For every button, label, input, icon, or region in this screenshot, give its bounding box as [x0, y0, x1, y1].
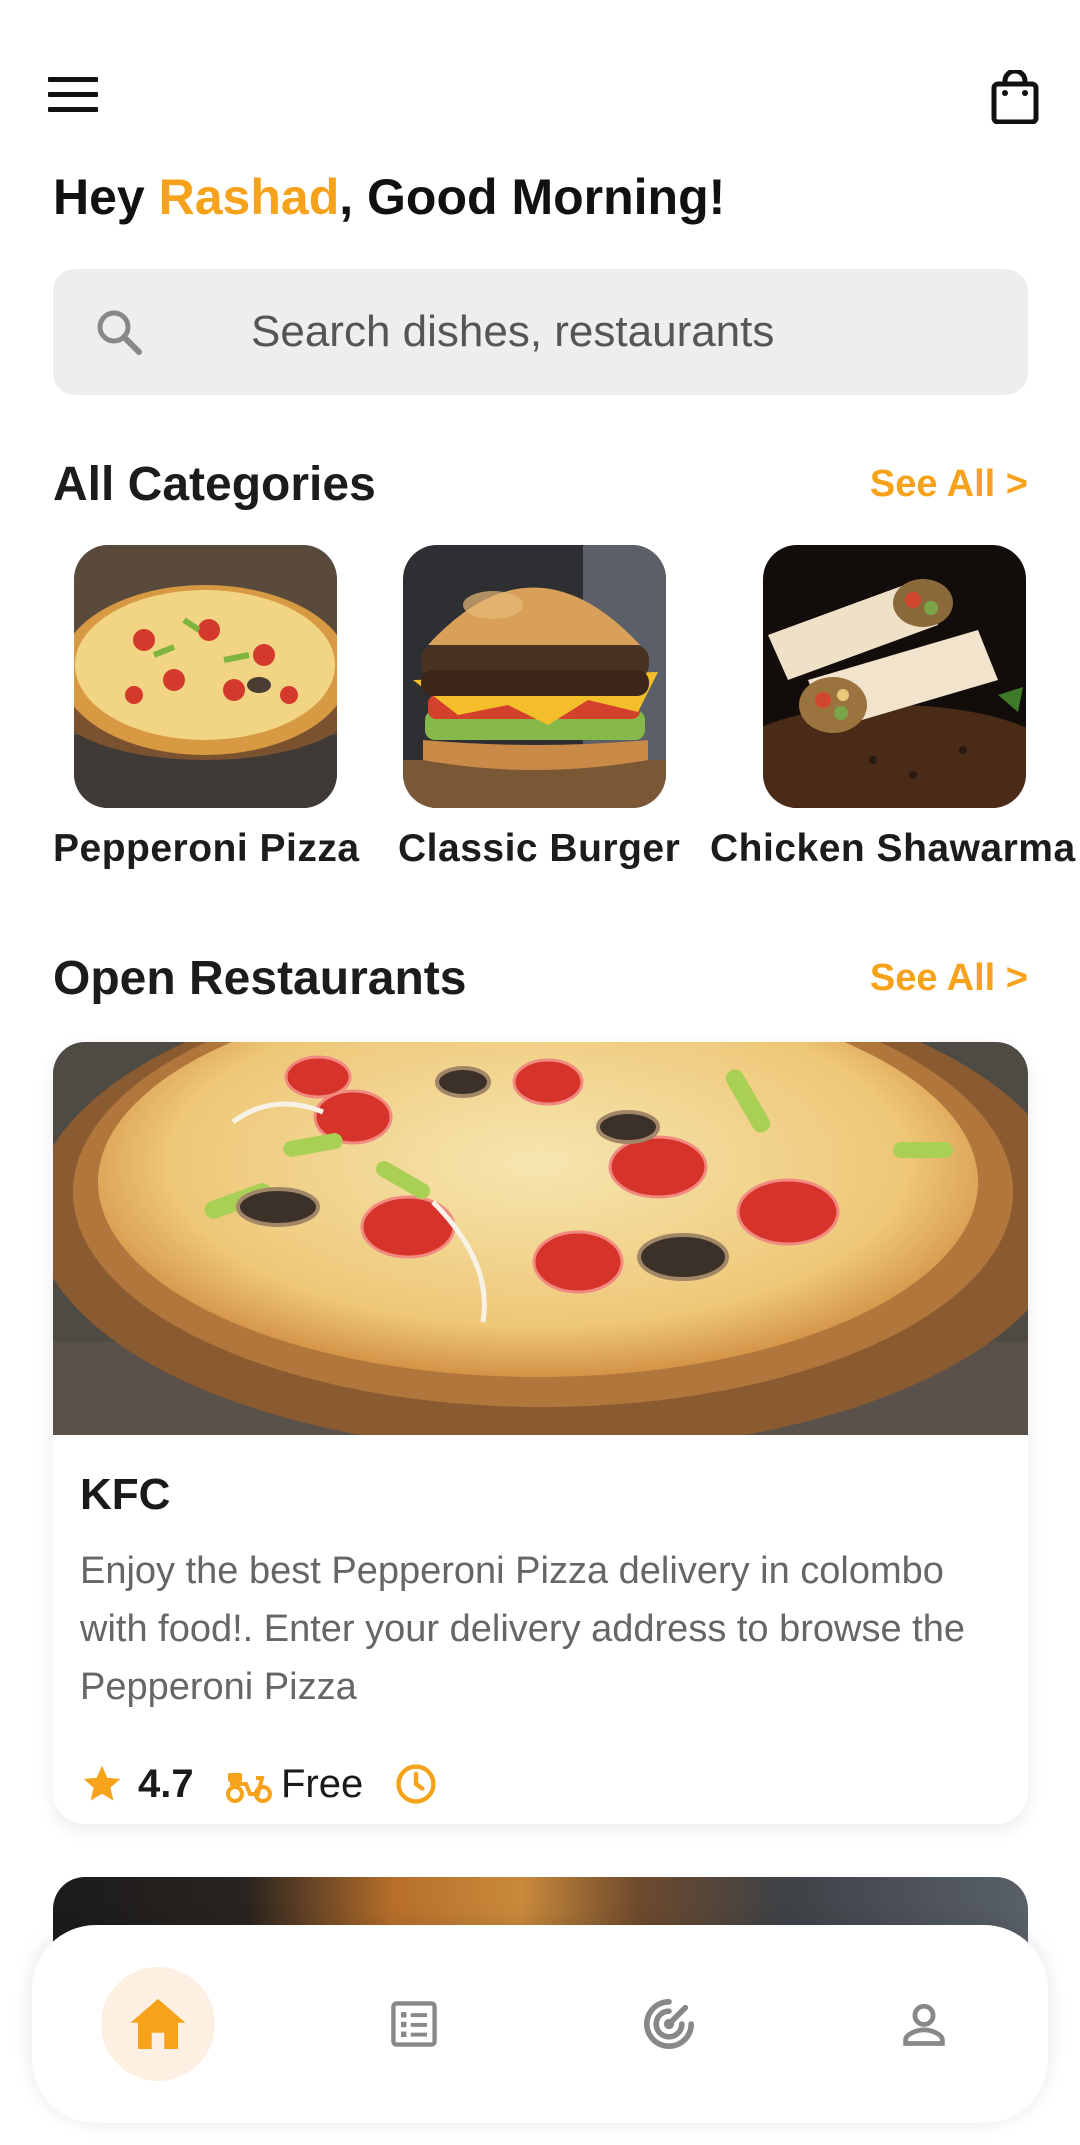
category-item[interactable]: Classic Burger [398, 545, 728, 885]
home-icon [130, 1999, 186, 2049]
category-item[interactable]: Pepperoni Pizza [53, 545, 383, 885]
nav-orders[interactable] [357, 1967, 471, 2081]
restaurant-rating: 4.7 [138, 1762, 194, 1806]
shopping-bag-icon [991, 70, 1039, 124]
greeting-suffix: , Good Morning! [339, 169, 726, 225]
search-bar[interactable] [53, 269, 1028, 395]
search-input[interactable] [198, 269, 998, 395]
restaurant-card[interactable]: KFC Enjoy the best Pepperoni Pizza deliv… [53, 1042, 1028, 1824]
category-label: Classic Burger [398, 827, 681, 870]
clock-icon [396, 1764, 436, 1804]
categories-carousel[interactable]: Pepperoni Pizza Classic Burger Chicken S… [0, 545, 1080, 885]
category-image-shawarma [763, 545, 1026, 808]
category-image-burger [403, 545, 666, 808]
restaurant-description: Enjoy the best Pepperoni Pizza delivery … [80, 1550, 966, 1708]
greeting-heading: Hey Rashad, Good Morning! [53, 168, 725, 226]
orders-list-icon [391, 2001, 437, 2047]
category-label: Chicken Shawarma [710, 827, 1076, 870]
nav-home[interactable] [101, 1967, 215, 2081]
hamburger-menu-icon [48, 77, 98, 112]
radar-icon [644, 1999, 694, 2049]
restaurant-name: KFC [80, 1470, 171, 1519]
delivery-scooter-icon [226, 1773, 272, 1803]
nav-track[interactable] [612, 1967, 726, 2081]
profile-icon [903, 2003, 945, 2046]
restaurants-see-all-link[interactable]: See All > [870, 957, 1028, 1000]
search-icon [97, 310, 142, 355]
top-bar [0, 0, 1080, 160]
cart-button[interactable] [980, 62, 1050, 132]
menu-button[interactable] [40, 70, 106, 120]
categories-title: All Categories [53, 458, 376, 511]
greeting-prefix: Hey [53, 169, 159, 225]
restaurants-title: Open Restaurants [53, 952, 467, 1005]
star-icon [83, 1765, 121, 1801]
nav-profile[interactable] [867, 1967, 981, 2081]
category-label: Pepperoni Pizza [53, 827, 360, 870]
restaurant-image [53, 1042, 1028, 1435]
restaurant-meta: 4.7 Free [80, 1762, 780, 1818]
delivery-fee: Free [281, 1762, 364, 1806]
categories-see-all-link[interactable]: See All > [870, 463, 1028, 506]
category-item[interactable]: Chicken Shawarma [710, 545, 1080, 885]
bottom-navigation [32, 1925, 1048, 2123]
category-image-pizza [74, 545, 337, 808]
user-name: Rashad [158, 169, 340, 225]
